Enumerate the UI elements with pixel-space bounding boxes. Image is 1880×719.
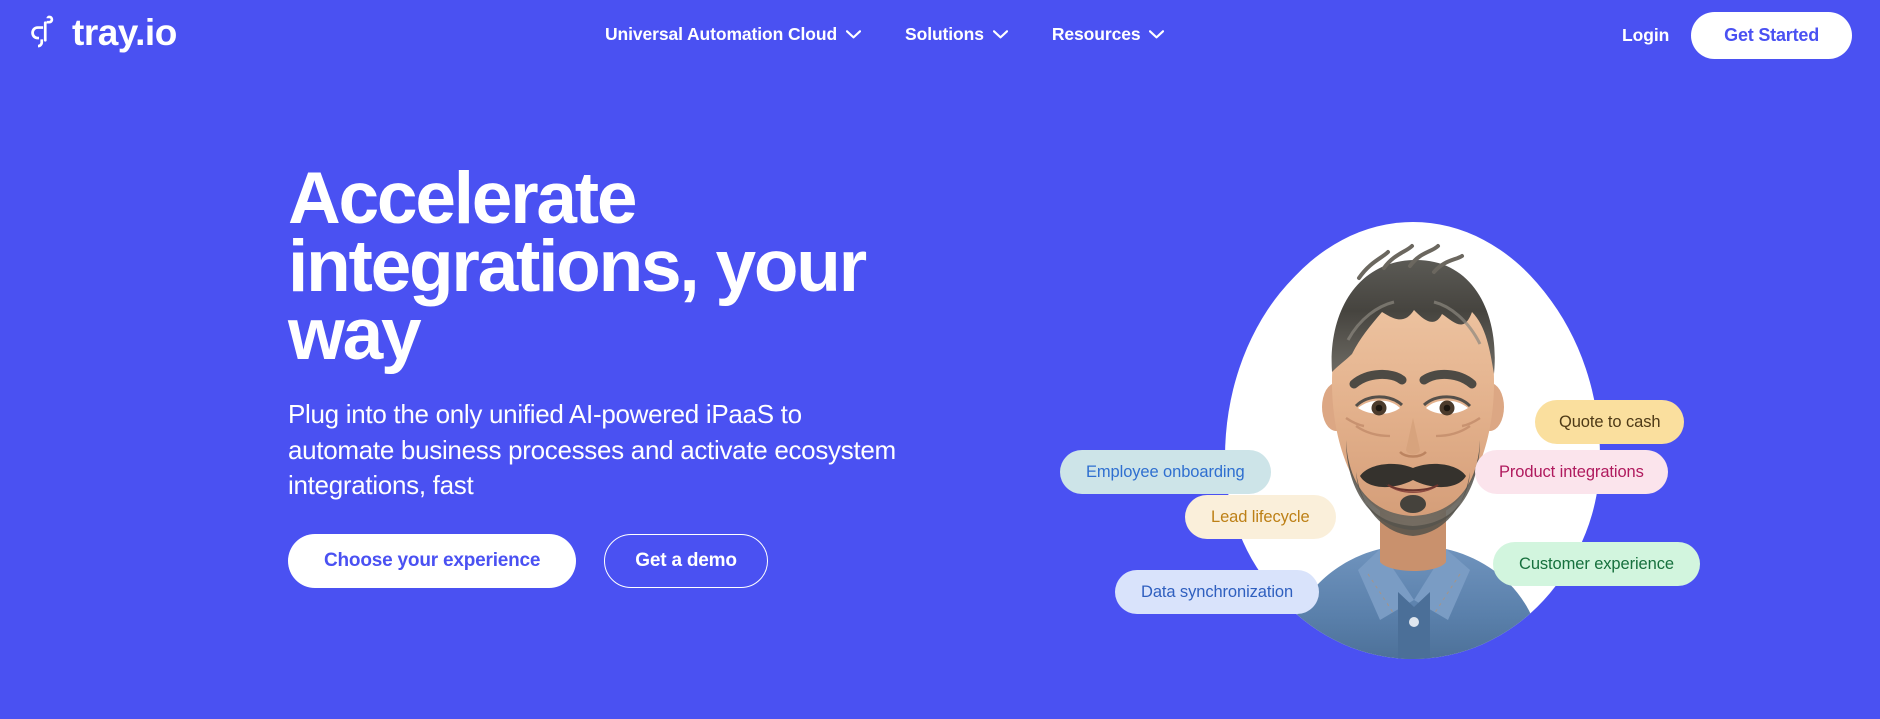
chevron-down-icon bbox=[846, 30, 862, 39]
pill-label: Customer experience bbox=[1519, 554, 1674, 573]
site-header: tray.io Universal Automation Cloud Solut… bbox=[0, 0, 1880, 80]
logo-text: tray.io bbox=[72, 12, 177, 53]
nav-label: Resources bbox=[1051, 24, 1141, 44]
hero-content: Accelerate integrations, your way Plug i… bbox=[288, 158, 968, 589]
pill-label: Employee onboarding bbox=[1086, 462, 1245, 481]
pill-label: Product integrations bbox=[1499, 462, 1644, 481]
tray-logo-mark-icon bbox=[26, 15, 62, 49]
pill-data-synchronization[interactable]: Data synchronization bbox=[1115, 570, 1320, 614]
nav-item-resources[interactable]: Resources bbox=[1052, 24, 1165, 45]
hero-visual: Employee onboarding Quote to cash Produc… bbox=[1060, 150, 1775, 719]
landing-page: tray.io Universal Automation Cloud Solut… bbox=[0, 0, 1880, 719]
pill-product-integrations[interactable]: Product integrations bbox=[1475, 450, 1668, 494]
nav-label: Solutions bbox=[905, 24, 984, 44]
get-a-demo-button[interactable]: Get a demo bbox=[604, 534, 768, 589]
pill-lead-lifecycle[interactable]: Lead lifecycle bbox=[1185, 495, 1336, 539]
nav-label: Universal Automation Cloud bbox=[605, 24, 838, 44]
hero-title: Accelerate integrations, your way bbox=[288, 158, 867, 375]
login-link[interactable]: Login bbox=[1622, 25, 1669, 46]
header-actions: Login Get Started bbox=[1622, 12, 1852, 59]
pill-employee-onboarding[interactable]: Employee onboarding bbox=[1060, 450, 1271, 494]
pill-customer-experience[interactable]: Customer experience bbox=[1493, 542, 1700, 586]
pill-label: Quote to cash bbox=[1559, 412, 1661, 431]
chevron-down-icon bbox=[992, 30, 1008, 39]
get-started-button[interactable]: Get Started bbox=[1691, 12, 1852, 59]
primary-nav: Universal Automation Cloud Solutions Res… bbox=[605, 24, 1165, 45]
chevron-down-icon bbox=[1149, 30, 1165, 39]
hero-subtitle: Plug into the only unified AI-powered iP… bbox=[288, 398, 896, 501]
logo[interactable]: tray.io bbox=[26, 12, 177, 53]
choose-your-experience-button[interactable]: Choose your experience bbox=[288, 534, 577, 589]
pill-quote-to-cash[interactable]: Quote to cash bbox=[1535, 400, 1685, 444]
hero-cta-group: Choose your experience Get a demo bbox=[288, 534, 968, 589]
pill-label: Data synchronization bbox=[1141, 582, 1294, 601]
pill-label: Lead lifecycle bbox=[1211, 507, 1310, 526]
nav-item-universal-automation-cloud[interactable]: Universal Automation Cloud bbox=[605, 24, 862, 45]
nav-item-solutions[interactable]: Solutions bbox=[905, 24, 1008, 45]
